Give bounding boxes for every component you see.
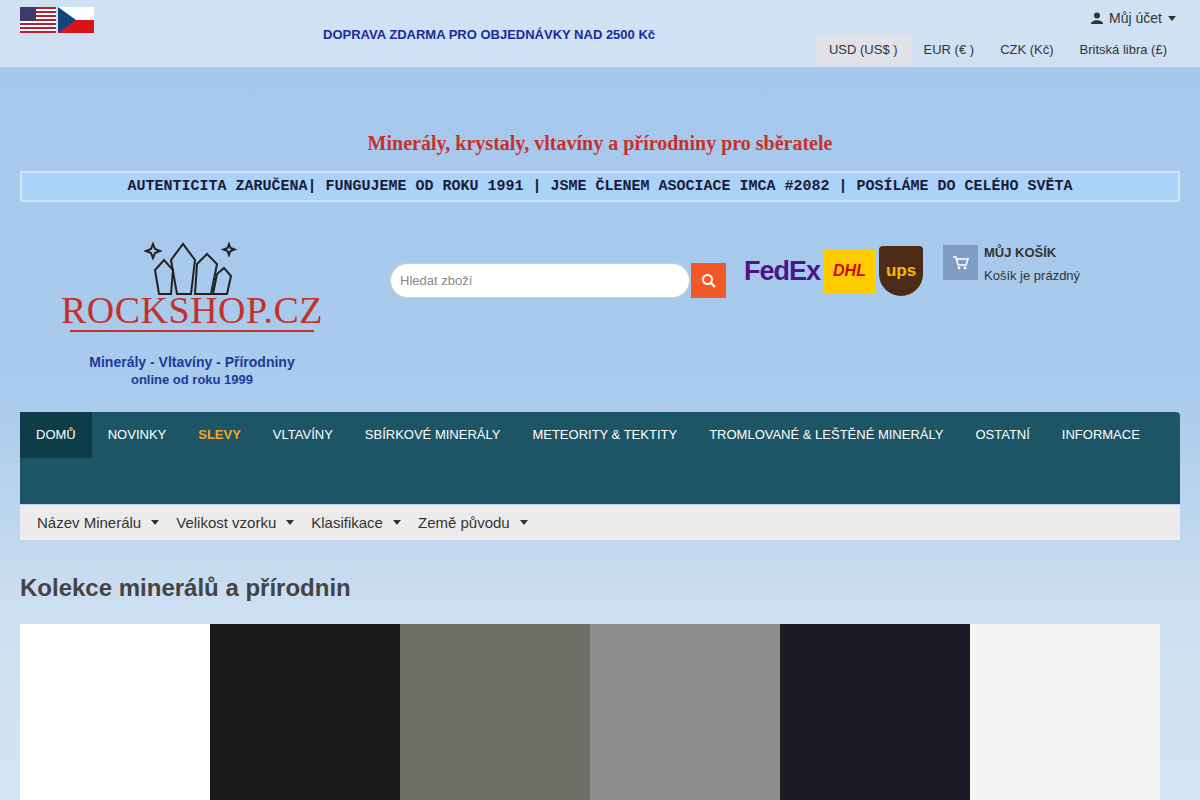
account-menu[interactable]: Můj účet [1091, 10, 1176, 26]
top-bar: DOPRAVA ZDARMA PRO OBJEDNÁVKY NAD 2500 K… [0, 0, 1200, 68]
logo[interactable]: ROCKSHOP.CZMinerály - Vltavíny - Přírodn… [67, 238, 317, 387]
filter-bar: Název Minerálu Velikost vzorku Klasifikace… [20, 505, 1180, 540]
currency-tab[interactable]: EUR (€ ) [911, 34, 988, 65]
currency-tabs: USD (US$ )EUR (€ )CZK (Kč)Britská libra … [816, 34, 1180, 65]
cart-icon [953, 256, 969, 270]
shipping-notice: DOPRAVA ZDARMA PRO OBJEDNÁVKY NAD 2500 K… [323, 27, 655, 42]
main-nav: DOMŮNOVINKYSLEVYVLTAVÍNYSBÍRKOVÉ MINERÁL… [20, 412, 1180, 504]
currency-tab[interactable]: Britská libra (£) [1067, 34, 1180, 65]
search-button[interactable] [691, 263, 726, 298]
user-icon [1091, 12, 1103, 24]
nav-item[interactable]: VLTAVÍNY [257, 412, 349, 458]
caret-icon [393, 520, 401, 525]
collection-tile[interactable] [210, 624, 400, 800]
cart[interactable]: MŮJ KOŠÍK Košík je prázdný [943, 245, 1080, 283]
brand-row: ROCKSHOP.CZ Minerály - Vltavíny - Přírodn… [20, 238, 1180, 412]
caret-icon [151, 520, 159, 525]
trust-banner: AUTENTICITA ZARUČENA| FUNGUJEME OD ROKU … [20, 171, 1180, 202]
crystals-icon [137, 238, 247, 296]
fedex-logo: FedEx [744, 249, 820, 293]
filter-dropdown[interactable]: Klasifikace [311, 514, 401, 531]
nav-item[interactable]: METEORITY & TEKTITY [516, 412, 693, 458]
site-title: Minerály, krystaly, vltavíny a přírodnin… [20, 130, 1180, 156]
filter-dropdown[interactable]: Název Minerálu [37, 514, 159, 531]
logo-name: ROCKSHOP.CZ [61, 292, 323, 328]
collection-tiles [20, 624, 1180, 800]
section-heading: Kolekce minerálů a přírodnin [20, 572, 1180, 604]
collection-tile[interactable] [970, 624, 1160, 800]
nav-item[interactable]: TROMLOVANÉ & LEŠTĚNÉ MINERÁLY [693, 412, 959, 458]
cart-box [943, 245, 978, 280]
cz-flag-icon[interactable] [58, 7, 94, 33]
nav-item[interactable]: SBÍRKOVÉ MINERÁLY [349, 412, 517, 458]
nav-item[interactable]: INFORMACE [1046, 412, 1156, 458]
search-bar [390, 263, 726, 298]
collection-tile[interactable] [400, 624, 590, 800]
dhl-logo: DHL [823, 249, 876, 293]
flags [20, 0, 323, 33]
page: DOPRAVA ZDARMA PRO OBJEDNÁVKY NAD 2500 K… [0, 0, 1200, 800]
us-flag-icon[interactable] [20, 7, 56, 33]
cart-status: Košík je prázdný [984, 268, 1080, 283]
search-input[interactable] [390, 263, 690, 298]
top-right: Můj účet USD (US$ )EUR (€ )CZK (Kč)Britsk… [816, 0, 1180, 65]
currency-tab[interactable]: USD (US$ ) [816, 34, 911, 65]
filter-dropdown[interactable]: Velikost vzorku [176, 514, 294, 531]
nav-item[interactable]: OSTATNÍ [959, 412, 1045, 458]
nav-item[interactable]: SLEVY [182, 412, 257, 458]
collection-tile[interactable] [590, 624, 780, 800]
caret-icon [286, 520, 294, 525]
search-icon [701, 273, 717, 289]
tagline: Minerály - Vltavíny - Přírodniny [89, 354, 294, 370]
logo-underline [70, 330, 314, 332]
caret-icon [1168, 16, 1176, 21]
nav-item[interactable]: DOMŮ [20, 412, 92, 458]
nav-item[interactable]: NOVINKY [92, 412, 183, 458]
ups-logo: ups [879, 246, 923, 296]
collection-tile[interactable] [780, 624, 970, 800]
caret-icon [520, 520, 528, 525]
since-text: online od roku 1999 [131, 372, 253, 387]
collection-tile[interactable] [20, 624, 210, 800]
carriers: FedExDHLups [744, 246, 923, 296]
filter-dropdown[interactable]: Země původu [418, 514, 528, 531]
cart-title: MŮJ KOŠÍK [984, 245, 1080, 260]
currency-tab[interactable]: CZK (Kč) [987, 34, 1066, 65]
